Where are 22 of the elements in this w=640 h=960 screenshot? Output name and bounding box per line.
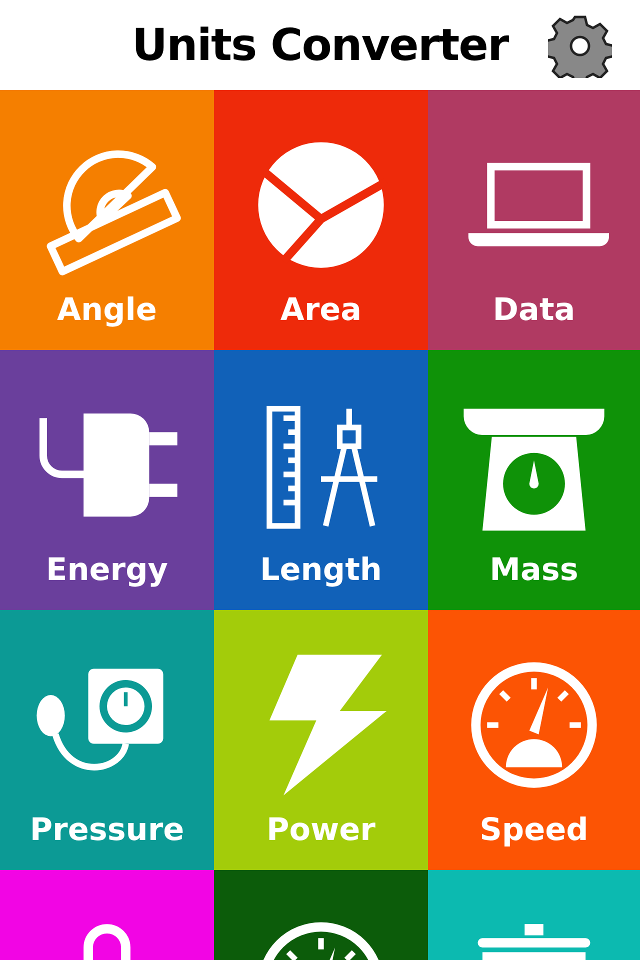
app-title: Units Converter: [132, 20, 508, 70]
tile-label: Area: [280, 292, 362, 328]
tile-label: Power: [266, 812, 376, 848]
tile-label: Pressure: [30, 812, 184, 848]
category-tile[interactable]: [428, 870, 640, 960]
category-tile[interactable]: [214, 870, 428, 960]
tile-label: Energy: [46, 552, 168, 588]
category-tile[interactable]: Length: [214, 350, 428, 610]
category-tile[interactable]: [0, 870, 214, 960]
tile-label: Mass: [490, 552, 578, 588]
category-tile[interactable]: Energy: [0, 350, 214, 610]
settings-icon[interactable]: [548, 14, 612, 78]
category-tile[interactable]: Speed: [428, 610, 640, 870]
category-tile[interactable]: Pressure: [0, 610, 214, 870]
tile-label: Data: [492, 292, 576, 328]
category-tile[interactable]: Area: [214, 90, 428, 350]
category-tile[interactable]: Angle: [0, 90, 214, 350]
category-tile[interactable]: Mass: [428, 350, 640, 610]
tile-label: Length: [260, 552, 382, 588]
category-tile[interactable]: Data: [428, 90, 640, 350]
tile-label: Speed: [480, 812, 588, 848]
tile-label: Angle: [57, 292, 157, 328]
